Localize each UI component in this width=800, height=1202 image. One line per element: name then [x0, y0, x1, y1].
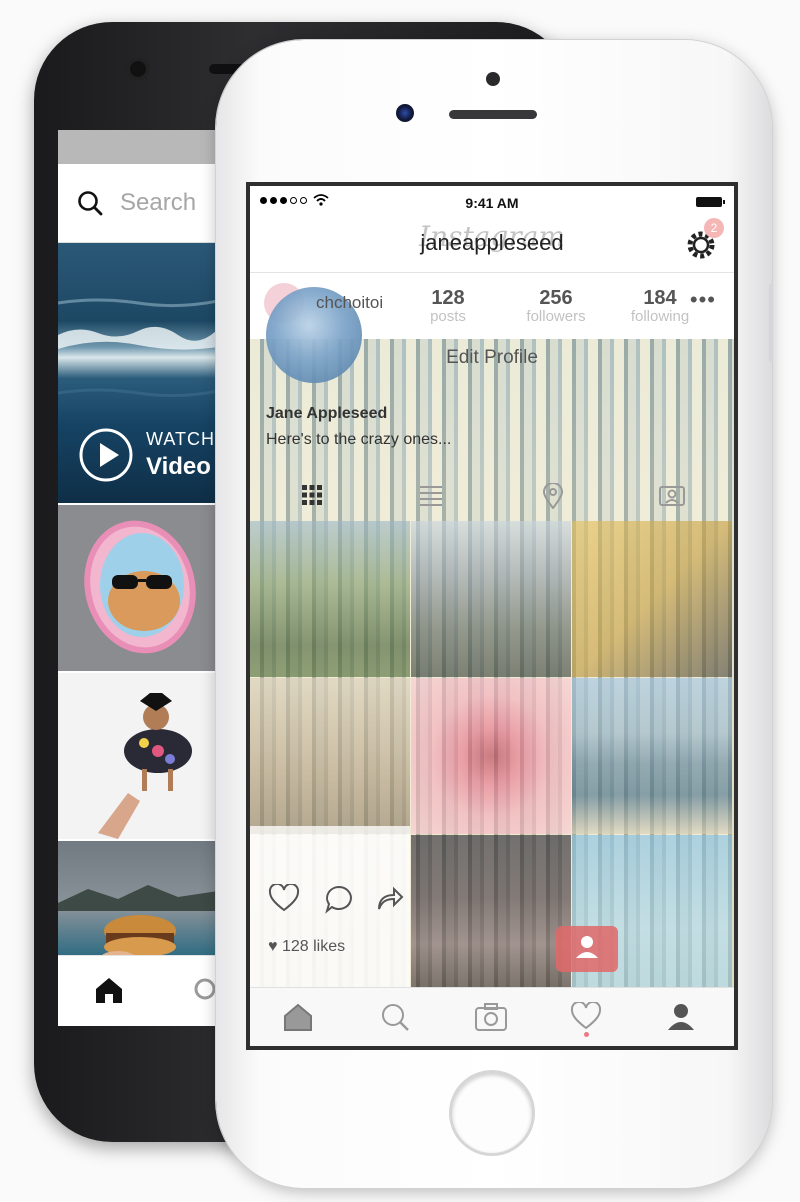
profile-icon[interactable] — [666, 1002, 696, 1032]
following-label: following — [630, 308, 690, 325]
more-options-button[interactable]: ••• — [690, 287, 716, 313]
video-tile[interactable]: WATCH Video — [58, 243, 218, 503]
profile-username-title: janeappleseed — [420, 230, 564, 255]
post-actions-overlay: ♥ 128 likes — [250, 826, 410, 989]
heart-icon[interactable] — [570, 1002, 602, 1030]
power-button — [769, 284, 773, 362]
cat-image — [84, 520, 196, 654]
following-count: 184 — [643, 287, 677, 309]
profile-view-tabs — [250, 479, 734, 519]
status-time: 9:41 AM — [465, 195, 519, 211]
proximity-sensor — [486, 72, 500, 86]
follower-icon — [576, 936, 598, 958]
profile-header: chchoitoi 128 posts 256 followers 184 fo… — [250, 273, 734, 383]
grid-photo-city[interactable] — [411, 521, 571, 677]
play-icon[interactable] — [78, 427, 134, 483]
search-icon[interactable] — [192, 976, 218, 1006]
front-phone-screen: 9:41 AM janeappleseed Instagram 2 chchoi… — [246, 182, 738, 1050]
likes-text: 128 likes — [281, 938, 346, 955]
search-icon[interactable] — [380, 1002, 410, 1032]
dog-image — [98, 693, 192, 839]
search-icon — [78, 191, 103, 216]
grid-photo-park[interactable] — [250, 521, 410, 677]
edit-profile-button[interactable]: Edit Profile — [250, 347, 734, 369]
tagged-photos-icon[interactable] — [658, 483, 686, 507]
grid-photo-lake[interactable] — [572, 678, 732, 834]
earpiece-speaker — [449, 110, 537, 119]
status-bar: 9:41 AM — [250, 186, 734, 216]
followers-count: 256 — [539, 287, 573, 309]
grid-photo-flower[interactable] — [411, 678, 571, 834]
back-search-bar[interactable]: Search — [58, 164, 218, 243]
profile-name: Jane Appleseed — [266, 405, 388, 422]
notification-badge: 2 — [704, 218, 724, 238]
stat-followers[interactable]: 256 followers — [516, 287, 596, 325]
back-phone-screen: Search WATCH Video — [58, 130, 218, 1026]
dog-tile[interactable] — [58, 671, 218, 839]
posts-count: 128 — [431, 287, 465, 309]
heart-small-icon: ♥ — [268, 938, 278, 955]
location-icon[interactable] — [542, 483, 564, 509]
home-button[interactable] — [449, 1070, 535, 1156]
grid-photo-room[interactable] — [250, 678, 410, 834]
camera-icon[interactable] — [474, 1002, 508, 1032]
watch-label: WATCH — [146, 429, 215, 449]
stat-following[interactable]: 184 following — [620, 287, 700, 325]
home-icon[interactable] — [94, 976, 124, 1004]
profile-handle: chchoitoi — [316, 293, 384, 312]
followers-label: followers — [526, 308, 586, 325]
bottom-tab-bar — [250, 987, 734, 1046]
grid-photo-still-life[interactable] — [572, 521, 732, 677]
stat-posts[interactable]: 128 posts — [418, 287, 478, 325]
video-label: Video — [146, 453, 211, 480]
profile-bio: Here's to the crazy ones... — [266, 431, 452, 448]
likes-count: ♥ 128 likes — [268, 938, 345, 956]
search-placeholder: Search — [120, 189, 197, 216]
list-icon[interactable] — [418, 483, 444, 507]
back-phone-camera — [127, 58, 149, 80]
like-icon[interactable] — [268, 884, 300, 912]
back-status-bar — [58, 130, 218, 164]
front-camera — [396, 104, 414, 122]
cat-mirror-tile[interactable] — [58, 503, 218, 671]
grid-photo-concert[interactable] — [411, 835, 571, 991]
share-icon[interactable] — [376, 884, 404, 912]
activity-notification-popup[interactable] — [556, 926, 618, 972]
nav-bar: janeappleseed Instagram 2 — [250, 216, 734, 273]
back-tab-bar — [58, 955, 218, 1026]
battery-icon — [696, 197, 725, 207]
posts-label: posts — [430, 308, 466, 325]
activity-dot — [584, 1032, 589, 1037]
home-icon[interactable] — [282, 1002, 314, 1032]
grid-icon[interactable] — [300, 483, 324, 507]
comment-icon[interactable] — [324, 884, 354, 914]
